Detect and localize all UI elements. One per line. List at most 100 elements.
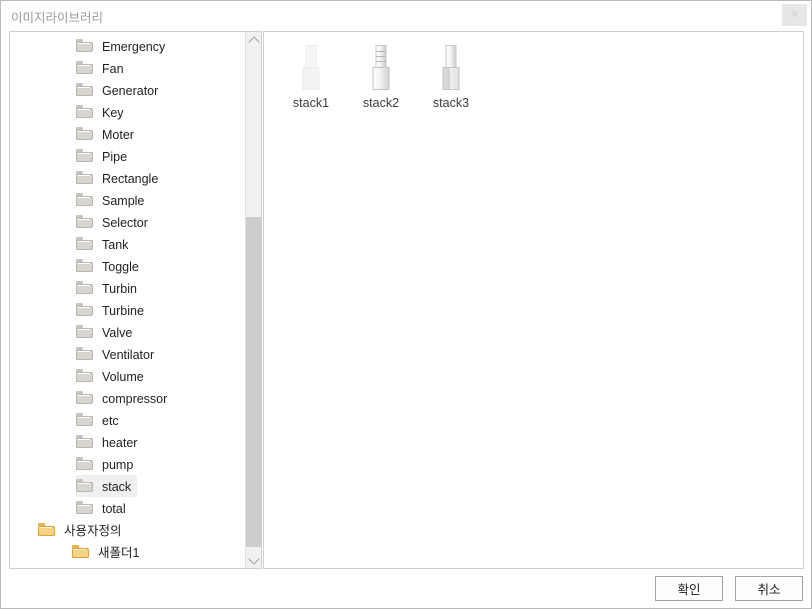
thumbnail-item-stack3[interactable]: stack3 [416, 38, 486, 110]
thumbnail-label: stack1 [292, 96, 330, 110]
folder-icon [76, 171, 93, 184]
tree-item-Tank[interactable]: Tank [10, 232, 246, 254]
tree-item-Key[interactable]: Key [10, 100, 246, 122]
stack-icon [361, 42, 401, 94]
tree-item-pump[interactable]: pump [10, 452, 246, 474]
folder-icon [72, 545, 89, 558]
tree-item-Turbin[interactable]: Turbin [10, 276, 246, 298]
tree-item-hit[interactable]: Selector [76, 211, 154, 233]
tree-item-hit[interactable]: Valve [76, 321, 138, 343]
tree-item-hit[interactable]: compressor [76, 387, 173, 409]
tree-item-total[interactable]: total [10, 496, 246, 518]
title-bar: 이미지라이브러리 ✕ [1, 1, 811, 29]
folder-icon [76, 61, 93, 74]
tree-item-label: Toggle [102, 259, 139, 274]
window-title: 이미지라이브러리 [11, 11, 104, 25]
tree-item-compressor[interactable]: compressor [10, 386, 246, 408]
folder-tree-panel: Emergency Fan Generator Key Moter Pipe Rectang… [9, 31, 262, 569]
folder-icon [76, 281, 93, 294]
close-button[interactable]: ✕ [782, 4, 807, 26]
tree-item-hit[interactable]: Volume [76, 365, 150, 387]
tree-item-hit[interactable]: etc [76, 409, 125, 431]
tree-item-Valve[interactable]: Valve [10, 320, 246, 342]
tree-item-Fan[interactable]: Fan [10, 56, 246, 78]
scrollbar-thumb[interactable] [246, 217, 261, 547]
tree-item-label: Turbin [102, 281, 137, 296]
cancel-button[interactable]: 취소 [735, 576, 803, 601]
tree-item-Selector[interactable]: Selector [10, 210, 246, 232]
scrollbar-up-button[interactable] [246, 32, 261, 49]
folder-tree[interactable]: Emergency Fan Generator Key Moter Pipe Rectang… [10, 34, 246, 568]
folder-icon [76, 193, 93, 206]
tree-item-Moter[interactable]: Moter [10, 122, 246, 144]
tree-item-hit[interactable]: Turbin [76, 277, 143, 299]
folder-icon [76, 391, 93, 404]
tree-item-Toggle[interactable]: Toggle [10, 254, 246, 276]
tree-item-Turbine[interactable]: Turbine [10, 298, 246, 320]
tree-item-hit[interactable]: Turbine [76, 299, 150, 321]
folder-icon [76, 127, 93, 140]
tree-item-사용자정의[interactable]: 사용자정의 [10, 518, 246, 540]
tree-item-hit[interactable]: heater [76, 431, 143, 453]
tree-item-hit[interactable]: Moter [76, 123, 140, 145]
tree-item-Volume[interactable]: Volume [10, 364, 246, 386]
tree-item-Pipe[interactable]: Pipe [10, 144, 246, 166]
tree-item-stack[interactable]: stack [10, 474, 246, 497]
tree-item-label: Generator [102, 83, 159, 98]
folder-icon [76, 413, 93, 426]
tree-item-label: Pipe [102, 149, 128, 164]
tree-item-Ventilator[interactable]: Ventilator [10, 342, 246, 364]
tree-item-label: Ventilator [102, 347, 155, 362]
tree-item-label: Tank [102, 237, 129, 252]
tree-item-Sample[interactable]: Sample [10, 188, 246, 210]
tree-item-label: Moter [102, 127, 134, 142]
tree-item-hit[interactable]: 새폴더1 [72, 541, 145, 563]
folder-icon [76, 259, 93, 272]
thumbnail-grid: stack1 stack2 stack3 [276, 38, 486, 110]
folder-icon [38, 523, 55, 536]
folder-icon [76, 83, 93, 96]
tree-item-hit[interactable]: stack [76, 474, 138, 497]
tree-item-hit[interactable]: Generator [76, 79, 164, 101]
folder-icon [76, 303, 93, 316]
thumbnail-item-stack2[interactable]: stack2 [346, 38, 416, 110]
tree-item-hit[interactable]: Tank [76, 233, 134, 255]
tree-item-label: Emergency [102, 39, 166, 54]
thumbnail-label: stack2 [362, 96, 400, 110]
chevron-up-icon [248, 36, 260, 48]
tree-item-label: Fan [102, 61, 124, 76]
tree-item-hit[interactable]: Fan [76, 57, 130, 79]
tree-item-label: etc [102, 413, 119, 428]
tree-item-hit[interactable]: Sample [76, 189, 150, 211]
tree-item-hit[interactable]: Pipe [76, 145, 133, 167]
folder-icon [76, 215, 93, 228]
image-library-dialog: 이미지라이브러리 ✕ Emergency Fan Generator Key Moter… [0, 0, 812, 609]
tree-item-label: Rectangle [102, 171, 159, 186]
close-icon: ✕ [789, 9, 800, 21]
tree-item-hit[interactable]: Ventilator [76, 343, 160, 365]
tree-item-hit[interactable]: Toggle [76, 255, 145, 277]
tree-item-label: stack [102, 479, 132, 494]
tree-item-새폴더1[interactable]: 새폴더1 [10, 540, 246, 562]
tree-item-hit[interactable]: Key [76, 101, 130, 123]
stack-icon [291, 42, 331, 94]
folder-icon [76, 325, 93, 338]
ok-button[interactable]: 확인 [655, 576, 723, 601]
tree-item-hit[interactable]: total [76, 497, 132, 519]
tree-item-Generator[interactable]: Generator [10, 78, 246, 100]
tree-item-etc[interactable]: etc [10, 408, 246, 430]
tree-item-heater[interactable]: heater [10, 430, 246, 452]
folder-icon [76, 237, 93, 250]
tree-item-label: Valve [102, 325, 133, 340]
tree-scrollbar[interactable] [245, 32, 261, 568]
folder-icon [76, 501, 93, 514]
tree-item-hit[interactable]: Rectangle [76, 167, 164, 189]
tree-item-Emergency[interactable]: Emergency [10, 34, 246, 56]
tree-item-hit[interactable]: pump [76, 453, 139, 475]
tree-item-hit[interactable]: Emergency [76, 35, 171, 57]
thumbnail-item-stack1[interactable]: stack1 [276, 38, 346, 110]
folder-icon [76, 435, 93, 448]
scrollbar-down-button[interactable] [246, 551, 261, 568]
tree-item-hit[interactable]: 사용자정의 [38, 519, 128, 541]
tree-item-Rectangle[interactable]: Rectangle [10, 166, 246, 188]
